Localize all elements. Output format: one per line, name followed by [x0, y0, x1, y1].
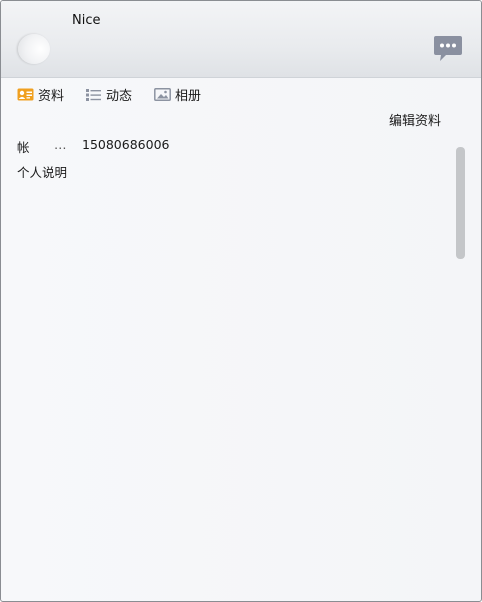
tab-profile[interactable]: 资料 [17, 85, 65, 104]
chat-bubble-icon[interactable] [433, 35, 463, 63]
profile-header: Nice [1, 1, 481, 78]
profile-window: Nice 资料 动态 相册 编辑资料 帐 … 15080686006 个人说明 [0, 0, 482, 602]
tab-album-label: 相册 [175, 88, 202, 104]
account-ellipsis: … [54, 137, 67, 152]
avatar[interactable] [18, 34, 50, 64]
nickname: Nice [72, 13, 101, 28]
tab-feed[interactable]: 动态 [85, 85, 133, 104]
signature-label: 个人说明 [17, 165, 68, 180]
account-label: 帐 [17, 140, 30, 155]
scrollbar-thumb[interactable] [456, 147, 465, 259]
tab-feed-label: 动态 [106, 88, 133, 104]
tab-album[interactable]: 相册 [154, 85, 202, 104]
account-row: 帐 … 15080686006 [17, 137, 437, 155]
account-value: 15080686006 [82, 137, 170, 152]
edit-profile-link[interactable]: 编辑资料 [389, 110, 441, 129]
feed-list-icon [85, 87, 102, 102]
profile-card-icon [17, 87, 34, 102]
tab-profile-label: 资料 [38, 88, 65, 104]
photo-album-icon [154, 87, 171, 102]
profile-tabs: 资料 动态 相册 [1, 78, 481, 110]
